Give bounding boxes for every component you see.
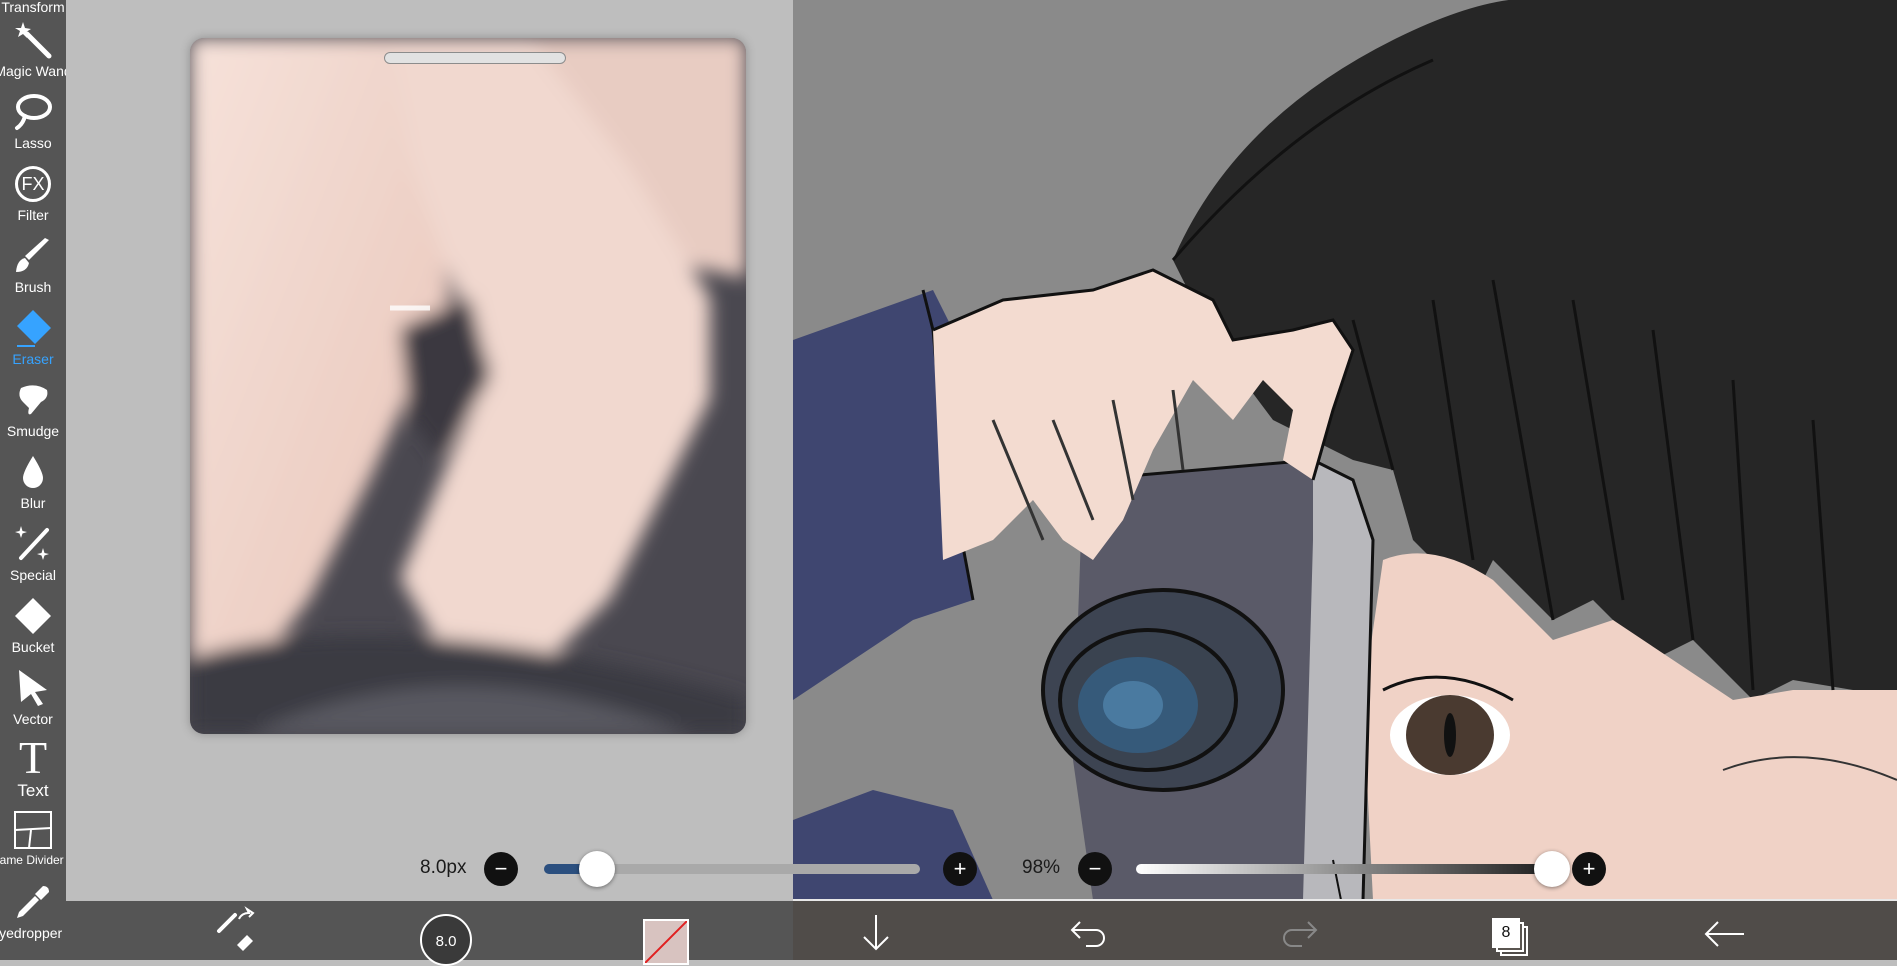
brush-size-badge: 8.0 bbox=[420, 913, 472, 966]
undo-icon bbox=[1066, 908, 1110, 953]
layers-icon: 8 bbox=[1492, 917, 1532, 962]
tool-bucket[interactable]: Bucket bbox=[0, 594, 66, 666]
bucket-icon bbox=[11, 594, 55, 638]
opacity-slider-thumb[interactable] bbox=[1533, 851, 1570, 887]
back-button[interactable] bbox=[1694, 901, 1754, 960]
brush-size-value: 8.0px bbox=[420, 857, 467, 878]
tool-label: Brush bbox=[14, 279, 52, 295]
smudge-icon bbox=[11, 378, 55, 422]
opacity-minus-button[interactable]: − bbox=[1078, 852, 1112, 886]
tool-label: Magic Wand bbox=[0, 63, 66, 79]
tool-special[interactable]: Special bbox=[0, 522, 66, 594]
text-icon: T bbox=[18, 732, 48, 783]
download-arrow-icon bbox=[856, 905, 896, 956]
bottom-toolbar: 8.0 8 bbox=[66, 901, 1897, 966]
tool-magic-wand[interactable]: Magic Wand bbox=[0, 18, 66, 90]
tool-label: Smudge bbox=[6, 423, 60, 439]
brush-size-slider-thumb[interactable] bbox=[578, 851, 615, 887]
eraser-icon bbox=[11, 306, 55, 350]
tool-vector[interactable]: Vector bbox=[0, 666, 66, 738]
tool-switch-button[interactable] bbox=[206, 901, 266, 960]
redo-button[interactable] bbox=[1270, 901, 1330, 960]
opacity-slider-track[interactable] bbox=[1136, 864, 1560, 874]
brush-size-plus-button[interactable]: + bbox=[943, 852, 977, 886]
tool-label: Blur bbox=[20, 495, 46, 511]
tool-label: Transform bbox=[1, 0, 65, 15]
brush-eraser-swap-icon bbox=[213, 905, 259, 956]
back-arrow-icon bbox=[1702, 908, 1746, 953]
undo-button[interactable] bbox=[1058, 901, 1118, 960]
download-button[interactable] bbox=[846, 901, 906, 960]
tool-label: Eraser bbox=[12, 351, 54, 367]
tool-label: Frame Divider bbox=[0, 853, 64, 867]
tool-smudge[interactable]: Smudge bbox=[0, 378, 66, 450]
eyedropper-icon bbox=[11, 880, 55, 924]
tool-label: Lasso bbox=[14, 135, 52, 151]
brush-icon bbox=[11, 234, 55, 278]
reference-panel bbox=[66, 0, 793, 900]
artwork bbox=[793, 0, 1897, 900]
tool-text[interactable]: T Text bbox=[0, 732, 66, 808]
special-sparkle-icon bbox=[11, 522, 55, 566]
layer-count: 8 bbox=[1492, 917, 1520, 948]
tool-eyedropper[interactable]: Eyedropper bbox=[0, 880, 66, 952]
tool-label: Bucket bbox=[11, 639, 55, 655]
tool-label: Filter bbox=[17, 207, 49, 223]
vector-arrow-icon bbox=[11, 666, 55, 710]
reference-image-window[interactable] bbox=[190, 38, 746, 734]
tool-sidebar: Transform Magic Wand Lasso FX Filter bbox=[0, 0, 66, 960]
magic-wand-icon bbox=[11, 18, 55, 62]
tool-eraser[interactable]: Eraser bbox=[0, 306, 66, 378]
tool-label: Special bbox=[10, 567, 56, 583]
frame-divider-icon bbox=[11, 808, 55, 852]
tool-filter[interactable]: FX Filter bbox=[0, 162, 66, 234]
drawing-canvas[interactable] bbox=[793, 0, 1897, 900]
tool-label: Vector bbox=[13, 711, 53, 727]
layers-button[interactable]: 8 bbox=[1482, 901, 1542, 960]
tool-frame-divider[interactable]: Frame Divider bbox=[0, 808, 66, 880]
brush-size-minus-button[interactable]: − bbox=[484, 852, 518, 886]
tool-blur[interactable]: Blur bbox=[0, 450, 66, 522]
redo-icon bbox=[1278, 908, 1322, 953]
color-picker-button[interactable] bbox=[636, 901, 696, 965]
lasso-icon bbox=[11, 90, 55, 134]
fx-filter-icon: FX bbox=[11, 162, 55, 206]
tool-lasso[interactable]: Lasso bbox=[0, 90, 66, 162]
current-color-swatch bbox=[643, 918, 689, 965]
opacity-plus-button[interactable]: + bbox=[1572, 852, 1606, 886]
blur-drop-icon bbox=[11, 450, 55, 494]
reference-drag-handle[interactable] bbox=[384, 52, 566, 64]
opacity-value: 98% bbox=[1022, 857, 1061, 878]
tool-label: Text bbox=[17, 781, 49, 800]
reference-photo bbox=[190, 38, 746, 734]
tool-label: Eyedropper bbox=[0, 925, 63, 941]
brush-size-display-button[interactable]: 8.0 bbox=[416, 901, 476, 966]
tool-brush[interactable]: Brush bbox=[0, 234, 66, 306]
